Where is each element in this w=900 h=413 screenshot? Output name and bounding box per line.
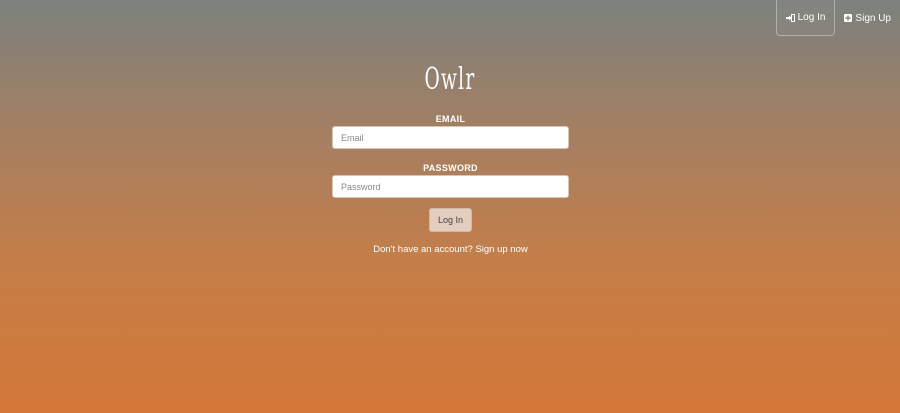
- email-input[interactable]: [332, 126, 569, 149]
- email-label: EMAIL: [435, 114, 466, 124]
- password-group: PASSWORD: [332, 163, 569, 198]
- login-button[interactable]: Log In: [428, 208, 473, 232]
- nav-signup-label: Sign Up: [855, 12, 891, 24]
- password-input[interactable]: [332, 175, 569, 198]
- nav-login-label: Log In: [797, 12, 826, 23]
- password-label: PASSWORD: [423, 163, 478, 173]
- plus-square-icon: [844, 14, 853, 22]
- sign-in-icon: [785, 13, 795, 22]
- nav-signup-link[interactable]: Sign Up: [835, 0, 900, 36]
- login-form: EMAIL PASSWORD Log In Don't have an acco…: [332, 114, 569, 255]
- email-group: EMAIL: [332, 114, 569, 149]
- signup-link[interactable]: Sign up now: [475, 244, 527, 255]
- app-logo: Owlr: [424, 62, 476, 97]
- nav-login-link[interactable]: Log In: [775, 0, 836, 36]
- signup-prompt-line: Don't have an account? Sign up now: [332, 244, 569, 255]
- signup-prompt-text: Don't have an account?: [373, 244, 473, 255]
- top-navigation: Log In Sign Up: [775, 0, 900, 36]
